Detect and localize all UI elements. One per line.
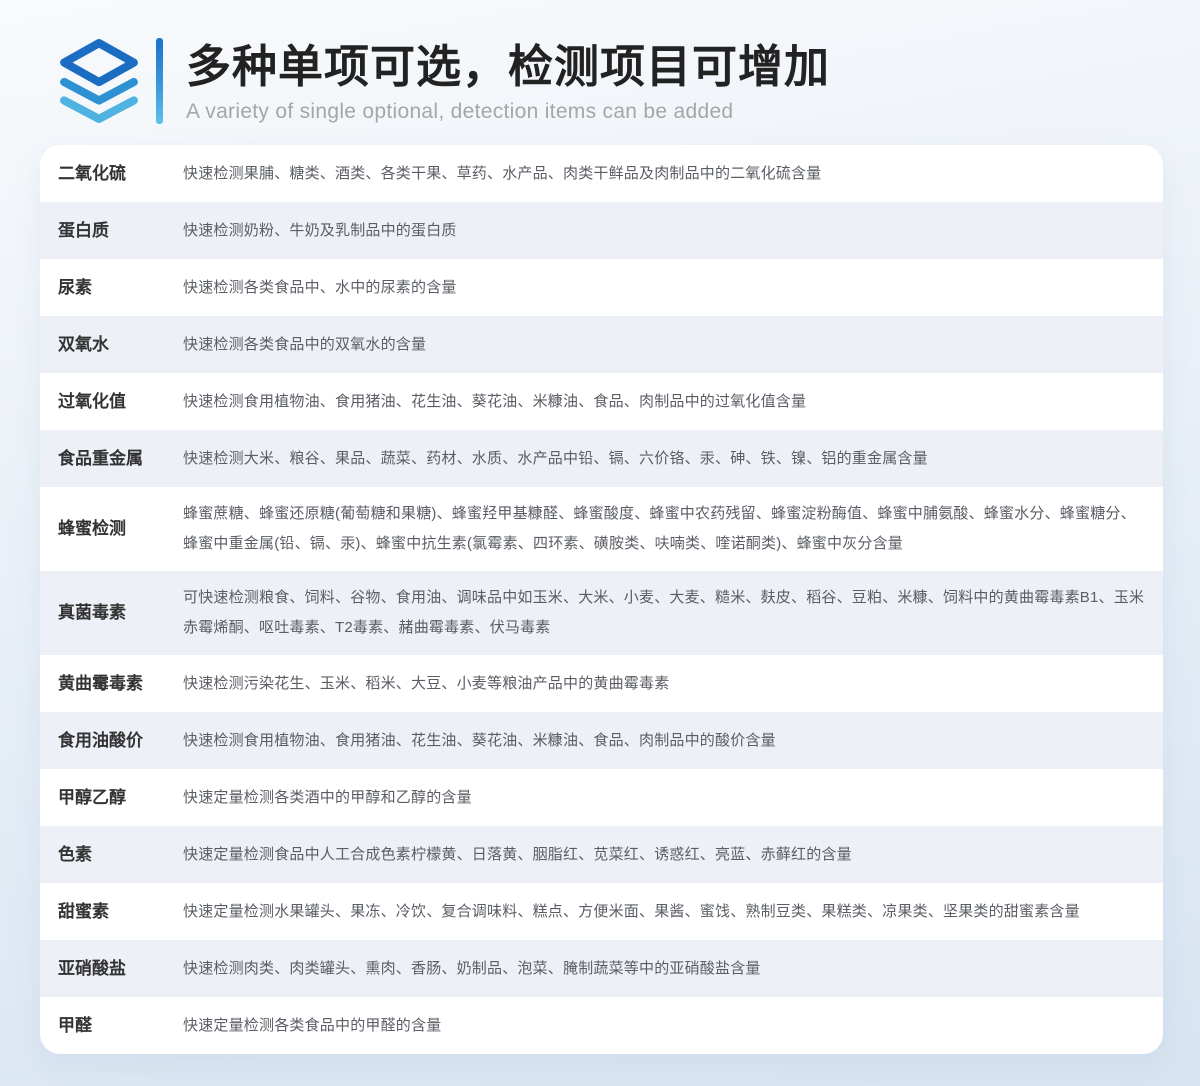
detection-item-label: 二氧化硫	[58, 162, 183, 186]
stacked-layers-icon	[58, 38, 140, 124]
detection-item-description: 快速检测食用植物油、食用猪油、花生油、葵花油、米糠油、食品、肉制品中的酸价含量	[183, 726, 1145, 756]
table-row: 甲醇乙醇 快速定量检测各类酒中的甲醇和乙醇的含量	[40, 769, 1163, 826]
title-accent-bar	[156, 38, 163, 124]
detection-table: 二氧化硫 快速检测果脯、糖类、酒类、各类干果、草药、水产品、肉类干鲜品及肉制品中…	[40, 145, 1163, 1054]
detection-item-label: 双氧水	[58, 333, 183, 357]
page-subtitle: A variety of single optional, detection …	[186, 100, 830, 124]
table-row: 亚硝酸盐 快速检测肉类、肉类罐头、熏肉、香肠、奶制品、泡菜、腌制蔬菜等中的亚硝酸…	[40, 940, 1163, 997]
detection-item-description: 快速定量检测水果罐头、果冻、冷饮、复合调味料、糕点、方便米面、果酱、蜜饯、熟制豆…	[183, 897, 1145, 927]
detection-item-label: 食品重金属	[58, 447, 183, 471]
detection-item-description: 快速定量检测食品中人工合成色素柠檬黄、日落黄、胭脂红、苋菜红、诱惑红、亮蓝、赤藓…	[183, 840, 1145, 870]
table-row: 黄曲霉毒素 快速检测污染花生、玉米、稻米、大豆、小麦等粮油产品中的黄曲霉毒素	[40, 655, 1163, 712]
table-row: 食品重金属 快速检测大米、粮谷、果品、蔬菜、药材、水质、水产品中铅、镉、六价铬、…	[40, 430, 1163, 487]
detection-item-description: 快速检测果脯、糖类、酒类、各类干果、草药、水产品、肉类干鲜品及肉制品中的二氧化硫…	[183, 159, 1145, 189]
detection-item-description: 快速检测大米、粮谷、果品、蔬菜、药材、水质、水产品中铅、镉、六价铬、汞、砷、铁、…	[183, 444, 1145, 474]
detection-item-description: 快速检测食用植物油、食用猪油、花生油、葵花油、米糠油、食品、肉制品中的过氧化值含…	[183, 387, 1145, 417]
detection-item-label: 尿素	[58, 276, 183, 300]
detection-item-label: 食用油酸价	[58, 729, 183, 753]
title-block: 多种单项可选，检测项目可增加 A variety of single optio…	[186, 36, 830, 124]
table-row: 真菌毒素 可快速检测粮食、饲料、谷物、食用油、调味品中如玉米、大米、小麦、大麦、…	[40, 571, 1163, 655]
table-row: 过氧化值 快速检测食用植物油、食用猪油、花生油、葵花油、米糠油、食品、肉制品中的…	[40, 373, 1163, 430]
detection-item-label: 亚硝酸盐	[58, 957, 183, 981]
detection-item-description: 快速检测污染花生、玉米、稻米、大豆、小麦等粮油产品中的黄曲霉毒素	[183, 669, 1145, 699]
table-row: 蛋白质 快速检测奶粉、牛奶及乳制品中的蛋白质	[40, 202, 1163, 259]
detection-item-label: 过氧化值	[58, 390, 183, 414]
detection-item-label: 甲醛	[58, 1014, 183, 1038]
table-row: 二氧化硫 快速检测果脯、糖类、酒类、各类干果、草药、水产品、肉类干鲜品及肉制品中…	[40, 145, 1163, 202]
page-header: 多种单项可选，检测项目可增加 A variety of single optio…	[0, 0, 1200, 145]
table-row: 甜蜜素 快速定量检测水果罐头、果冻、冷饮、复合调味料、糕点、方便米面、果酱、蜜饯…	[40, 883, 1163, 940]
detection-item-label: 甜蜜素	[58, 900, 183, 924]
detection-item-label: 色素	[58, 843, 183, 867]
detection-item-description: 快速定量检测各类酒中的甲醇和乙醇的含量	[183, 783, 1145, 813]
page-title: 多种单项可选，检测项目可增加	[186, 36, 830, 98]
detection-item-label: 蛋白质	[58, 219, 183, 243]
detection-item-label: 蜂蜜检测	[58, 517, 183, 541]
table-row: 蜂蜜检测 蜂蜜蔗糖、蜂蜜还原糖(葡萄糖和果糖)、蜂蜜羟甲基糠醛、蜂蜜酸度、蜂蜜中…	[40, 487, 1163, 571]
table-row: 食用油酸价 快速检测食用植物油、食用猪油、花生油、葵花油、米糠油、食品、肉制品中…	[40, 712, 1163, 769]
detection-item-description: 蜂蜜蔗糖、蜂蜜还原糖(葡萄糖和果糖)、蜂蜜羟甲基糠醛、蜂蜜酸度、蜂蜜中农药残留、…	[183, 499, 1145, 559]
table-row: 双氧水 快速检测各类食品中的双氧水的含量	[40, 316, 1163, 373]
detection-item-description: 快速检测各类食品中的双氧水的含量	[183, 330, 1145, 360]
table-row: 尿素 快速检测各类食品中、水中的尿素的含量	[40, 259, 1163, 316]
detection-item-label: 甲醇乙醇	[58, 786, 183, 810]
detection-item-label: 黄曲霉毒素	[58, 672, 183, 696]
detection-item-description: 快速检测奶粉、牛奶及乳制品中的蛋白质	[183, 216, 1145, 246]
detection-item-description: 快速检测各类食品中、水中的尿素的含量	[183, 273, 1145, 303]
detection-item-description: 可快速检测粮食、饲料、谷物、食用油、调味品中如玉米、大米、小麦、大麦、糙米、麸皮…	[183, 583, 1145, 643]
detection-item-description: 快速定量检测各类食品中的甲醛的含量	[183, 1011, 1145, 1041]
table-row: 甲醛 快速定量检测各类食品中的甲醛的含量	[40, 997, 1163, 1054]
detection-item-label: 真菌毒素	[58, 601, 183, 625]
table-row: 色素 快速定量检测食品中人工合成色素柠檬黄、日落黄、胭脂红、苋菜红、诱惑红、亮蓝…	[40, 826, 1163, 883]
detection-item-description: 快速检测肉类、肉类罐头、熏肉、香肠、奶制品、泡菜、腌制蔬菜等中的亚硝酸盐含量	[183, 954, 1145, 984]
